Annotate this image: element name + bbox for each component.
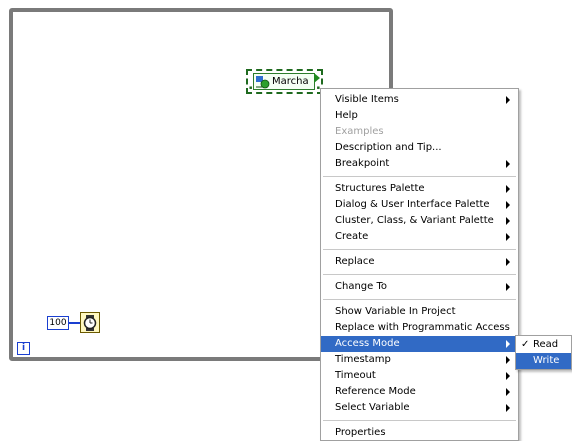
submenu-arrow-icon [506,160,510,168]
submenu-item-label: Write [533,355,560,366]
submenu-arrow-icon [506,388,510,396]
submenu-arrow-icon [506,217,510,225]
menu-item-cluster-class-variant-palette[interactable]: Cluster, Class, & Variant Palette [321,213,518,229]
menu-item-label: Timestamp [335,354,391,365]
submenu-arrow-icon [506,356,510,364]
menu-item-create[interactable]: Create [321,229,518,245]
menu-item-label: Change To [335,281,387,292]
menu-item-label: Cluster, Class, & Variant Palette [335,215,494,226]
menu-item-label: Structures Palette [335,183,425,194]
menu-item-show-variable-in-project[interactable]: Show Variable In Project [321,304,518,320]
menu-item-timeout[interactable]: Timeout [321,368,518,384]
menu-item-replace-with-programmatic-access[interactable]: Replace with Programmatic Access [321,320,518,336]
menu-item-properties[interactable]: Properties [321,425,518,441]
menu-item-label: Help [335,110,358,121]
menu-item-replace[interactable]: Replace [321,254,518,270]
menu-item-label: Replace with Programmatic Access [335,322,510,333]
menu-item-label: Description and Tip... [335,142,442,153]
wire[interactable] [69,322,80,324]
menu-item-timestamp[interactable]: Timestamp [321,352,518,368]
access-mode-submenu: ✓ Read Write [515,335,572,370]
submenu-item-write[interactable]: Write [516,353,571,369]
menu-item-label: Timeout [335,370,376,381]
shared-variable-body[interactable]: Marcha [253,73,315,90]
menu-item-label: Select Variable [335,402,410,413]
checkmark-icon: ✓ [521,339,530,350]
submenu-item-read[interactable]: ✓ Read [516,337,571,353]
numeric-constant[interactable]: 100 [47,316,69,330]
shared-variable-label: Marcha [272,76,309,87]
menu-item-label: Replace [335,256,375,267]
submenu-arrow-icon [506,404,510,412]
menu-item-select-variable[interactable]: Select Variable [321,400,518,416]
menu-item-visible-items[interactable]: Visible Items [321,92,518,108]
menu-item-description-and-tip[interactable]: Description and Tip... [321,140,518,156]
menu-separator [323,249,516,250]
watch-icon [83,314,97,331]
menu-item-label: Examples [335,126,384,137]
submenu-arrow-icon [506,96,510,104]
menu-item-help[interactable]: Help [321,108,518,124]
submenu-arrow-icon [506,233,510,241]
menu-separator [323,299,516,300]
menu-item-label: Dialog & User Interface Palette [335,199,490,210]
error-in-terminal: ▪ [249,85,253,91]
menu-separator [323,176,516,177]
menu-item-breakpoint[interactable]: Breakpoint [321,156,518,172]
menu-item-examples: Examples [321,124,518,140]
menu-item-label: Show Variable In Project [335,306,456,317]
menu-item-label: Access Mode [335,338,400,349]
submenu-arrow-icon [506,201,510,209]
menu-separator [323,420,516,421]
menu-item-change-to[interactable]: Change To [321,279,518,295]
shared-variable-node[interactable]: ▪ ▪ Marcha [246,69,323,94]
submenu-arrow-icon [506,258,510,266]
menu-item-label: Reference Mode [335,386,416,397]
menu-item-access-mode[interactable]: Access Mode [321,336,518,352]
iteration-terminal[interactable]: i [17,342,30,355]
submenu-arrow-icon [506,283,510,291]
submenu-arrow-icon [506,185,510,193]
read-arrow-icon [314,73,320,83]
submenu-arrow-icon [506,340,510,348]
menu-item-label: Properties [335,427,386,438]
wait-ms-icon[interactable] [80,312,100,333]
context-menu: Visible Items Help Examples Description … [320,88,519,441]
menu-item-label: Breakpoint [335,158,390,169]
menu-item-label: Create [335,231,369,242]
submenu-arrow-icon [506,372,510,380]
submenu-item-label: Read [533,339,559,350]
menu-separator [323,274,516,275]
menu-item-label: Visible Items [335,94,399,105]
menu-item-structures-palette[interactable]: Structures Palette [321,181,518,197]
menu-item-dialog-ui-palette[interactable]: Dialog & User Interface Palette [321,197,518,213]
shared-variable-icon [256,75,270,88]
menu-item-reference-mode[interactable]: Reference Mode [321,384,518,400]
